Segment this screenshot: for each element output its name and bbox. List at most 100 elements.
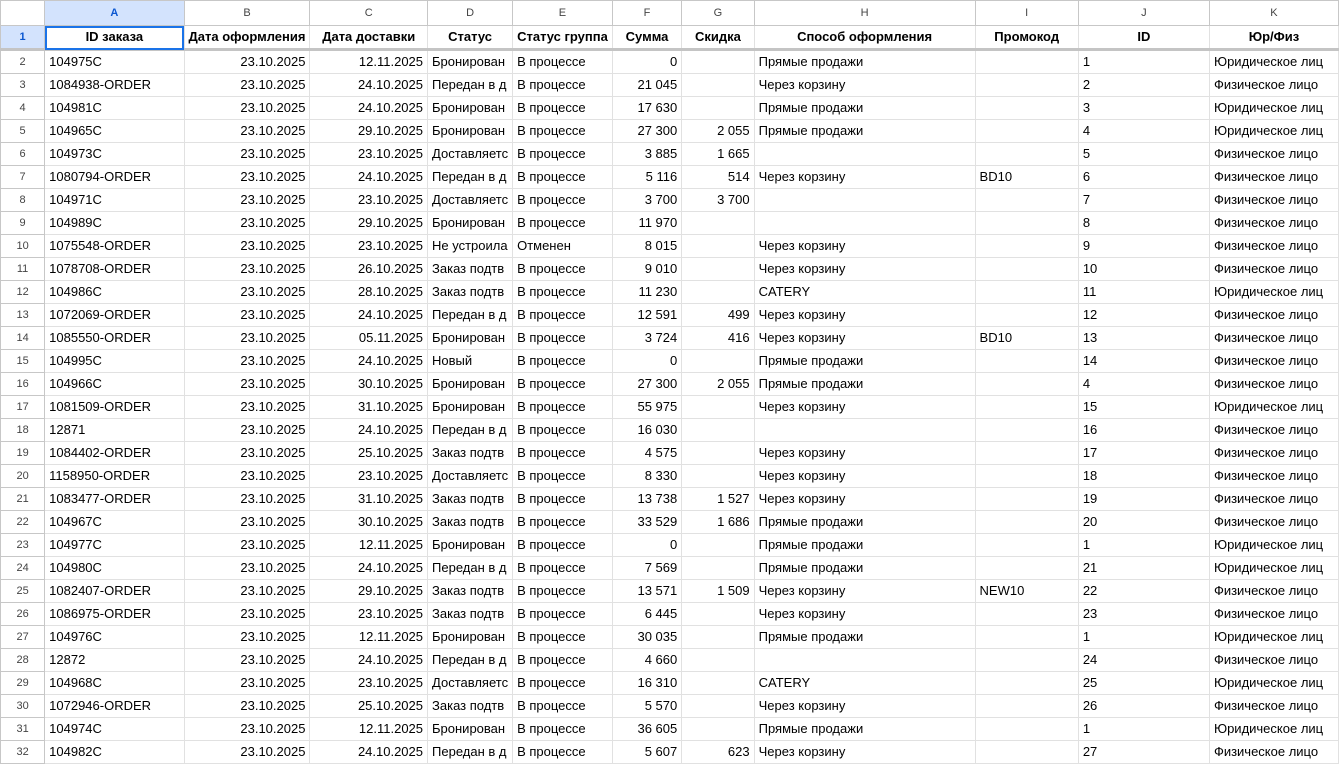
cell-g[interactable] xyxy=(681,395,755,419)
cell-g[interactable] xyxy=(681,464,755,488)
cell-j[interactable]: 16 xyxy=(1077,418,1210,442)
row-number[interactable]: 10 xyxy=(0,234,46,258)
cell-i[interactable]: BD10 xyxy=(974,165,1079,189)
cell-d[interactable]: Доставляетс xyxy=(427,671,514,695)
cell-g[interactable] xyxy=(681,648,755,672)
cell-h[interactable]: Прямые продажи xyxy=(753,349,976,373)
row-number[interactable]: 6 xyxy=(0,142,46,166)
cell-e[interactable]: В процессе xyxy=(512,694,613,718)
cell-b[interactable]: 23.10.2025 xyxy=(183,740,311,764)
cell-k[interactable]: Физическое лицо xyxy=(1208,211,1339,235)
cell-d[interactable]: Доставляетс xyxy=(427,188,514,212)
cell-g[interactable] xyxy=(681,280,755,304)
column-header-i[interactable]: I xyxy=(974,0,1079,26)
cell-e[interactable]: В процессе xyxy=(512,487,613,511)
cell-c[interactable]: 12.11.2025 xyxy=(309,49,429,74)
column-header-a[interactable]: A xyxy=(44,0,185,26)
cell-g[interactable] xyxy=(681,49,755,74)
cell-k[interactable]: Юридическое лиц xyxy=(1208,119,1339,143)
cell-h[interactable]: Через корзину xyxy=(753,326,976,350)
cell-d[interactable]: Заказ подтв xyxy=(427,579,514,603)
cell-a[interactable]: 104976C xyxy=(44,625,185,649)
cell-i[interactable] xyxy=(974,556,1079,580)
header-cell[interactable]: Скидка xyxy=(681,25,755,51)
row-number[interactable]: 25 xyxy=(0,579,46,603)
cell-i[interactable] xyxy=(974,234,1079,258)
cell-g[interactable] xyxy=(681,694,755,718)
column-header-g[interactable]: G xyxy=(681,0,755,26)
cell-k[interactable]: Физическое лицо xyxy=(1208,510,1339,534)
header-cell[interactable]: Дата доставки xyxy=(309,25,429,51)
cell-k[interactable]: Физическое лицо xyxy=(1208,487,1339,511)
cell-b[interactable]: 23.10.2025 xyxy=(183,533,311,557)
cell-e[interactable]: В процессе xyxy=(512,280,613,304)
cell-c[interactable]: 12.11.2025 xyxy=(309,625,429,649)
cell-j[interactable]: 23 xyxy=(1077,602,1210,626)
cell-h[interactable]: Через корзину xyxy=(753,602,976,626)
cell-b[interactable]: 23.10.2025 xyxy=(183,395,311,419)
cell-i[interactable] xyxy=(974,625,1079,649)
cell-h[interactable]: Через корзину xyxy=(753,740,976,764)
cell-j[interactable]: 11 xyxy=(1077,280,1210,304)
cell-h[interactable] xyxy=(753,418,976,442)
row-number[interactable]: 1 xyxy=(0,25,46,51)
cell-d[interactable]: Бронирован xyxy=(427,372,514,396)
cell-f[interactable]: 7 569 xyxy=(611,556,683,580)
cell-c[interactable]: 23.10.2025 xyxy=(309,234,429,258)
cell-h[interactable]: Через корзину xyxy=(753,234,976,258)
cell-e[interactable]: В процессе xyxy=(512,717,613,741)
cell-i[interactable] xyxy=(974,441,1079,465)
cell-j[interactable]: 17 xyxy=(1077,441,1210,465)
row-number[interactable]: 31 xyxy=(0,717,46,741)
cell-b[interactable]: 23.10.2025 xyxy=(183,648,311,672)
cell-d[interactable]: Доставляетс xyxy=(427,142,514,166)
cell-b[interactable]: 23.10.2025 xyxy=(183,188,311,212)
cell-g[interactable] xyxy=(681,625,755,649)
cell-b[interactable]: 23.10.2025 xyxy=(183,464,311,488)
cell-b[interactable]: 23.10.2025 xyxy=(183,73,311,97)
cell-d[interactable]: Бронирован xyxy=(427,119,514,143)
row-number[interactable]: 14 xyxy=(0,326,46,350)
cell-k[interactable]: Физическое лицо xyxy=(1208,372,1339,396)
cell-f[interactable]: 16 310 xyxy=(611,671,683,695)
spreadsheet-grid[interactable]: A B C D E F G H I J K 1 ID заказа Дата оформления Дата… xyxy=(0,0,1339,764)
cell-k[interactable]: Юридическое лиц xyxy=(1208,96,1339,120)
cell-f[interactable]: 27 300 xyxy=(611,119,683,143)
cell-g[interactable]: 1 686 xyxy=(681,510,755,534)
cell-c[interactable]: 31.10.2025 xyxy=(309,395,429,419)
cell-c[interactable]: 23.10.2025 xyxy=(309,142,429,166)
cell-i[interactable] xyxy=(974,257,1079,281)
cell-h[interactable] xyxy=(753,188,976,212)
cell-a[interactable]: 104966C xyxy=(44,372,185,396)
cell-k[interactable]: Юридическое лиц xyxy=(1208,671,1339,695)
cell-c[interactable]: 23.10.2025 xyxy=(309,464,429,488)
cell-a[interactable]: 104973C xyxy=(44,142,185,166)
cell-h[interactable]: Прямые продажи xyxy=(753,372,976,396)
column-header-b[interactable]: B xyxy=(183,0,311,26)
cell-d[interactable]: Бронирован xyxy=(427,211,514,235)
cell-e[interactable]: В процессе xyxy=(512,441,613,465)
cell-a[interactable]: 104968C xyxy=(44,671,185,695)
row-number[interactable]: 16 xyxy=(0,372,46,396)
cell-g[interactable] xyxy=(681,211,755,235)
cell-g[interactable]: 623 xyxy=(681,740,755,764)
cell-g[interactable] xyxy=(681,717,755,741)
cell-f[interactable]: 13 571 xyxy=(611,579,683,603)
column-header-e[interactable]: E xyxy=(512,0,613,26)
header-cell[interactable]: Статус xyxy=(427,25,514,51)
cell-g[interactable] xyxy=(681,602,755,626)
cell-e[interactable]: В процессе xyxy=(512,142,613,166)
cell-g[interactable] xyxy=(681,234,755,258)
cell-c[interactable]: 24.10.2025 xyxy=(309,418,429,442)
cell-h[interactable]: Через корзину xyxy=(753,257,976,281)
cell-i[interactable] xyxy=(974,303,1079,327)
cell-i[interactable] xyxy=(974,211,1079,235)
cell-f[interactable]: 16 030 xyxy=(611,418,683,442)
cell-d[interactable]: Передан в д xyxy=(427,418,514,442)
cell-h[interactable] xyxy=(753,211,976,235)
cell-e[interactable]: В процессе xyxy=(512,73,613,97)
cell-a[interactable]: 1083477-ORDER xyxy=(44,487,185,511)
cell-k[interactable]: Физическое лицо xyxy=(1208,165,1339,189)
column-header-h[interactable]: H xyxy=(753,0,976,26)
cell-a[interactable]: 104967C xyxy=(44,510,185,534)
